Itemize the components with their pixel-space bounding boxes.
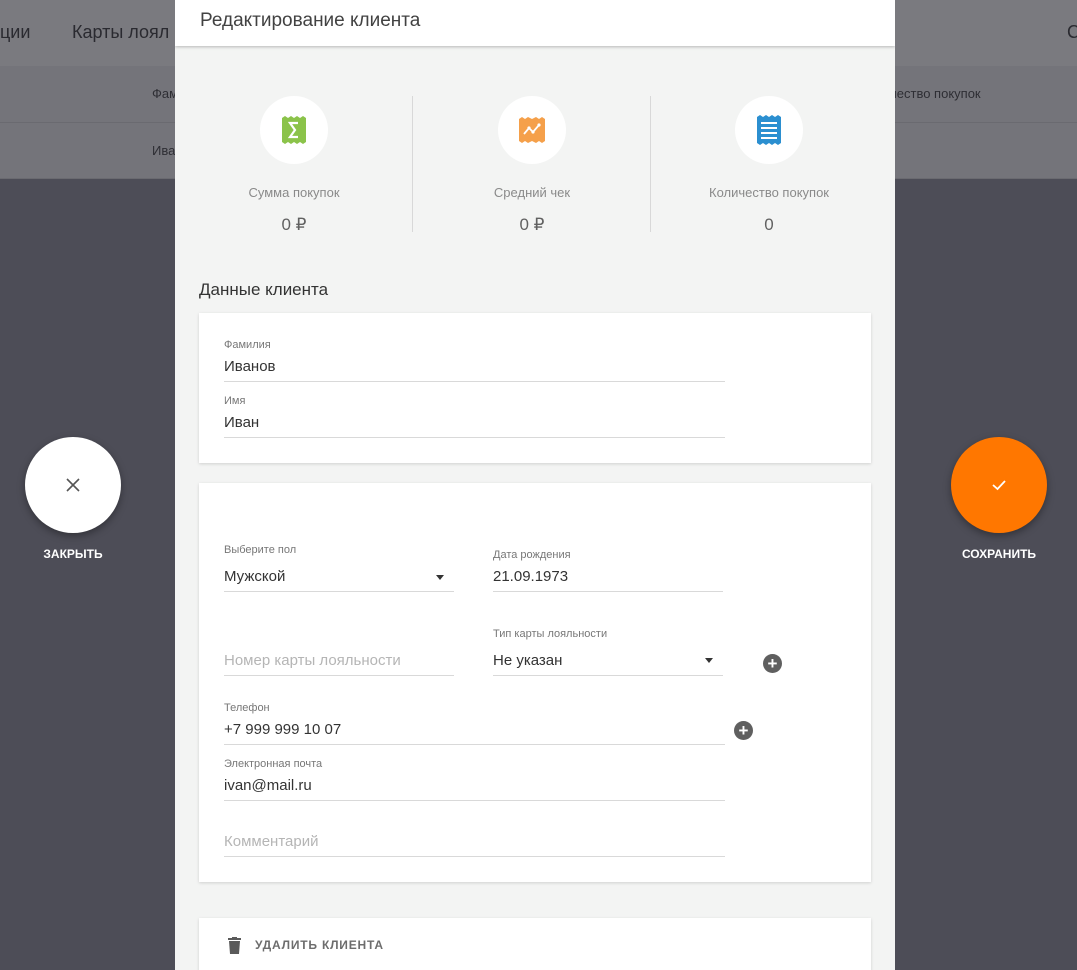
field-placeholder: Комментарий <box>224 833 319 850</box>
section-title: Данные клиента <box>199 280 329 299</box>
bg-nav-item: ции <box>0 22 31 42</box>
field-label: Имя <box>224 395 246 407</box>
field-value: ivan@mail.ru <box>224 777 312 794</box>
delete-client-button[interactable]: УДАЛИТЬ КЛИЕНТА <box>199 918 871 970</box>
chart-receipt-icon <box>519 117 545 143</box>
field-label: Дата рождения <box>493 549 571 561</box>
stat-value: 0 ₽ <box>519 215 545 234</box>
add-phone-icon[interactable]: + <box>734 721 753 740</box>
field-label: Тип карты лояльности <box>493 628 608 640</box>
stat-label: Количество покупок <box>709 185 829 200</box>
close-label[interactable]: ЗАКРЫТЬ <box>13 547 133 561</box>
field-value: Иван <box>224 414 260 431</box>
close-button[interactable] <box>25 437 121 533</box>
card-type-select[interactable]: Тип карты лояльности Не указан <box>493 628 723 676</box>
edit-client-dialog: Редактирование клиента Сумма покупок 0 ₽ <box>175 0 895 970</box>
field-value: Иванов <box>224 358 276 375</box>
stat-average-check: Средний чек 0 ₽ <box>413 96 651 234</box>
bg-table-cell: Ива <box>152 143 176 158</box>
check-icon <box>992 480 1006 491</box>
first-name-field[interactable]: Имя Иван <box>224 395 725 438</box>
phone-field[interactable]: Телефон +7 999 999 10 07 <box>224 702 725 745</box>
name-card: Фамилия Иванов Имя Иван <box>199 313 871 463</box>
list-receipt-icon <box>757 115 781 145</box>
trash-icon <box>228 937 241 954</box>
field-label: Телефон <box>224 702 270 714</box>
field-placeholder: Номер карты лояльности <box>224 652 401 669</box>
field-value: 21.09.1973 <box>493 568 569 585</box>
bg-table-header: чество покупок <box>890 86 981 101</box>
field-value: Не указан <box>493 652 563 669</box>
field-label: Электронная почта <box>224 758 323 770</box>
dropdown-arrow-icon <box>436 575 444 580</box>
stat-label: Сумма покупок <box>248 185 340 200</box>
field-value: Мужской <box>224 568 286 585</box>
birth-date-field[interactable]: Дата рождения 21.09.1973 <box>493 549 723 592</box>
save-label[interactable]: СОХРАНИТЬ <box>939 547 1059 561</box>
field-value: +7 999 999 10 07 <box>224 721 342 738</box>
dropdown-arrow-icon <box>705 658 713 663</box>
field-label: Выберите пол <box>224 544 297 556</box>
last-name-field[interactable]: Фамилия Иванов <box>224 339 725 382</box>
bg-nav-item: С <box>1067 22 1077 42</box>
delete-label: УДАЛИТЬ КЛИЕНТА <box>255 938 384 952</box>
email-field[interactable]: Электронная почта ivan@mail.ru <box>224 758 725 801</box>
stat-total-purchases: Сумма покупок 0 ₽ <box>175 96 413 234</box>
dialog-title: Редактирование клиента <box>175 0 895 46</box>
bg-nav-item: Карты лоял <box>72 22 170 42</box>
comment-field[interactable]: Комментарий <box>224 829 725 857</box>
close-icon <box>66 478 80 492</box>
gender-select[interactable]: Выберите пол Мужской <box>224 544 454 592</box>
card-number-field[interactable]: Номер карты лояльности <box>224 648 454 676</box>
stat-purchase-count: Количество покупок 0 <box>650 96 888 234</box>
sum-receipt-icon <box>282 116 306 144</box>
client-stats: Сумма покупок 0 ₽ Средний чек 0 ₽ Количе… <box>175 96 895 234</box>
save-button[interactable] <box>951 437 1047 533</box>
stat-label: Средний чек <box>493 185 571 200</box>
stat-value: 0 ₽ <box>281 215 307 234</box>
details-card: Выберите пол Мужской Дата рождения 21.09… <box>199 483 871 882</box>
stat-value: 0 <box>764 215 774 234</box>
add-card-type-icon[interactable]: + <box>763 654 782 673</box>
field-label: Фамилия <box>224 339 271 351</box>
